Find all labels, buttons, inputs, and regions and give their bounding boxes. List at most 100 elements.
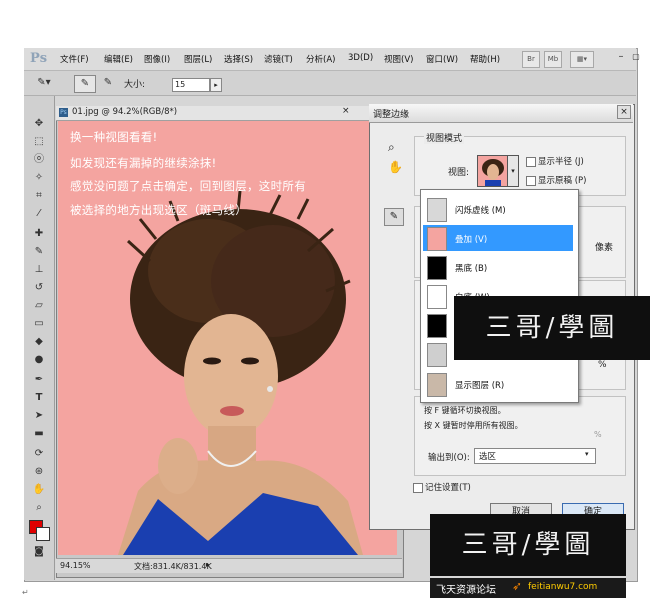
- menu-filter[interactable]: 滤镜(T): [264, 53, 293, 65]
- menu-view[interactable]: 视图(V): [384, 53, 413, 65]
- dodge-tool-icon[interactable]: ●: [29, 352, 49, 368]
- erase-refinements-tool-icon[interactable]: ✎: [98, 75, 118, 91]
- view-option-label: 闪烁虚线 (M): [455, 206, 506, 216]
- watermark-top: 三哥/學圖: [454, 296, 650, 360]
- view-label: 视图:: [448, 168, 470, 178]
- menu-edit[interactable]: 编辑(E): [104, 53, 133, 65]
- view-dropdown-arrow-icon[interactable]: ▾: [507, 155, 519, 187]
- view-option-overlay[interactable]: 叠加 (V): [423, 225, 573, 251]
- quick-select-tool-icon[interactable]: ✧: [29, 170, 49, 186]
- tools-panel: ✥ ⬚ ⓞ ✧ ⌗ ⁄ ✚ ✎ ⊥ ↺ ▱ ▭ ◆ ● ✒ T ➤ ▬ ⟳ ⊛ …: [24, 96, 55, 580]
- close-document-icon[interactable]: ×: [342, 106, 350, 116]
- output-to-select[interactable]: 选区 ▾: [474, 448, 596, 464]
- view-thumbnail-overlay: [427, 227, 447, 251]
- menu-layer[interactable]: 图层(L): [184, 53, 212, 65]
- show-radius-label: 显示半径 (J): [538, 157, 584, 167]
- zoom-level[interactable]: 94.15%: [60, 561, 91, 570]
- menu-analysis[interactable]: 分析(A): [306, 53, 335, 65]
- document-tab[interactable]: Ps 01.jpg @ 94.2%(RGB/8*) ×: [56, 106, 402, 121]
- quick-mask-icon[interactable]: ◙: [29, 544, 49, 560]
- view-thumbnail-marching-ants: [427, 198, 447, 222]
- dialog-close-icon[interactable]: ×: [617, 105, 631, 119]
- 3d-orbit-tool-icon[interactable]: ⊛: [29, 464, 49, 480]
- ps-logo: Ps: [30, 51, 48, 66]
- menu-window[interactable]: 窗口(W): [426, 53, 458, 65]
- view-mode-group: [414, 136, 626, 196]
- output-select-arrow-icon: ▾: [585, 450, 589, 458]
- view-thumbnail-on-layers: [427, 343, 447, 367]
- status-arrow-icon[interactable]: ▸: [206, 560, 210, 569]
- document-title: 01.jpg @ 94.2%(RGB/8*): [72, 107, 178, 117]
- lasso-tool-icon[interactable]: ⓞ: [29, 152, 49, 168]
- size-label: 大小:: [124, 80, 146, 90]
- menu-help[interactable]: 帮助(H): [470, 53, 500, 65]
- view-option-on-black[interactable]: 黑底 (B): [423, 254, 573, 280]
- remember-settings-checkbox[interactable]: [413, 483, 423, 493]
- marquee-tool-icon[interactable]: ⬚: [29, 134, 49, 150]
- move-tool-icon[interactable]: ✥: [29, 116, 49, 132]
- hand-tool-icon[interactable]: ✋: [29, 482, 49, 498]
- view-option-marching-ants[interactable]: 闪烁虚线 (M): [423, 196, 573, 222]
- mini-bridge-button[interactable]: Mb: [544, 51, 562, 68]
- pen-tool-icon[interactable]: ✒: [29, 372, 49, 388]
- show-radius-checkbox[interactable]: [526, 157, 536, 167]
- output-to-label: 输出到(O):: [428, 453, 470, 463]
- view-thumbnail-on-white: [427, 285, 447, 309]
- refine-brush-icon[interactable]: ✎: [384, 208, 404, 226]
- blur-tool-icon[interactable]: ◆: [29, 334, 49, 350]
- view-option-label: 黑底 (B): [455, 264, 488, 274]
- footer-site-name: 飞天资源论坛: [436, 585, 496, 596]
- view-thumbnail-reveal-layer: [427, 373, 447, 397]
- dialog-title: 调整边缘: [373, 110, 410, 120]
- view-option-label: 显示图层 (R): [455, 381, 505, 391]
- percent-unit-label: %: [598, 360, 607, 370]
- screen-mode-icon[interactable]: ▦▾: [570, 51, 594, 68]
- options-bar: ✎▾ ✎ ✎ 大小: 15 ▸: [24, 71, 636, 96]
- menu-select[interactable]: 选择(S): [224, 53, 253, 65]
- view-thumbnail-on-black: [427, 256, 447, 280]
- crop-tool-icon[interactable]: ⌗: [29, 188, 49, 204]
- shape-tool-icon[interactable]: ▬: [29, 426, 49, 442]
- background-color-swatch[interactable]: [36, 527, 50, 541]
- zoom-tool-icon-dialog[interactable]: ⌕: [388, 140, 395, 155]
- minimize-icon[interactable]: –: [614, 50, 628, 64]
- healing-tool-icon[interactable]: ✚: [29, 226, 49, 242]
- zoom-tool-icon[interactable]: ⌕: [29, 500, 49, 516]
- menu-3d[interactable]: 3D(D): [348, 53, 373, 63]
- hand-tool-icon-dialog[interactable]: ✋: [388, 160, 403, 174]
- refine-radius-tool-icon[interactable]: ✎: [74, 75, 96, 93]
- canvas-caption-line-3: 感觉没问题了点击确定，回到图层，这时所有: [70, 179, 306, 193]
- show-original-checkbox[interactable]: [526, 176, 536, 186]
- view-thumbnail-black-white: [427, 314, 447, 338]
- gradient-tool-icon[interactable]: ▭: [29, 316, 49, 332]
- view-option-reveal-layer[interactable]: 显示图层 (R): [423, 371, 573, 397]
- view-option-label: 叠加 (V): [455, 235, 488, 245]
- watermark-bottom: 三哥/學圖: [430, 514, 626, 576]
- size-input[interactable]: 15: [172, 78, 210, 92]
- stamp-tool-icon[interactable]: ⊥: [29, 262, 49, 278]
- eyedropper-tool-icon[interactable]: ⁄: [29, 206, 49, 222]
- maximize-icon[interactable]: ▢: [629, 50, 643, 64]
- tool-preset-icon[interactable]: ✎▾: [30, 75, 58, 91]
- ps-document-icon: Ps: [59, 108, 68, 117]
- canvas-caption-line-1: 换一种视图看看!: [70, 130, 158, 144]
- bridge-button[interactable]: Br: [522, 51, 540, 68]
- image-canvas[interactable]: 换一种视图看看! 如发现还有漏掉的继续涂抹! 感觉没问题了点击确定，回到图层，这…: [58, 121, 397, 555]
- show-original-label: 显示原稿 (P): [538, 176, 587, 186]
- return-mark-icon: ↵: [22, 588, 29, 597]
- eraser-tool-icon[interactable]: ▱: [29, 298, 49, 314]
- status-bar: 94.15% 文档:831.4K/831.4K ▸: [56, 558, 402, 573]
- path-select-tool-icon[interactable]: ➤: [29, 408, 49, 424]
- 3d-rotate-tool-icon[interactable]: ⟳: [29, 446, 49, 462]
- menu-file[interactable]: 文件(F): [60, 53, 89, 65]
- site-footer-stamp: 飞天资源论坛 ➶ feitianwu7.com: [430, 578, 626, 598]
- view-mode-label: 视图模式: [424, 131, 465, 144]
- history-brush-tool-icon[interactable]: ↺: [29, 280, 49, 296]
- size-slider-arrow-icon[interactable]: ▸: [210, 78, 222, 92]
- view-thumbnail[interactable]: [477, 155, 509, 187]
- type-tool-icon[interactable]: T: [29, 390, 49, 406]
- canvas-caption-line-4: 被选择的地方出现选区（斑马线）: [70, 203, 247, 217]
- menu-bar: Ps 文件(F) 编辑(E) 图像(I) 图层(L) 选择(S) 滤镜(T) 分…: [24, 48, 640, 71]
- brush-tool-icon[interactable]: ✎: [29, 244, 49, 260]
- menu-image[interactable]: 图像(I): [144, 53, 170, 65]
